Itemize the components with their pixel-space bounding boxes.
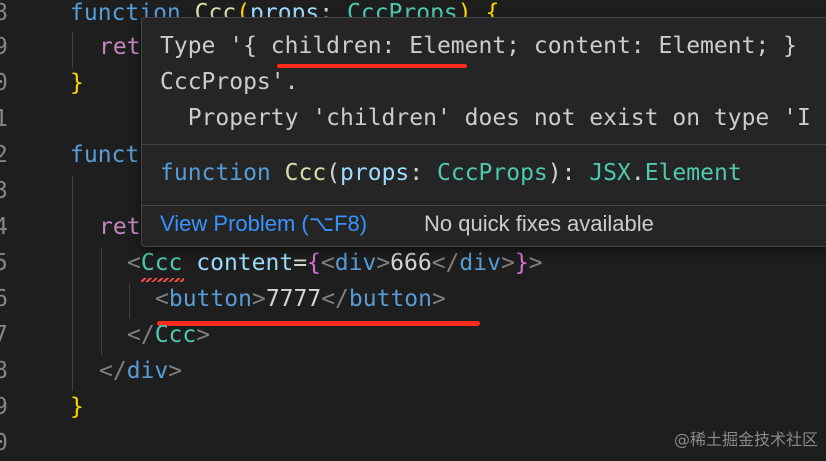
line-number: 8 bbox=[0, 358, 8, 384]
view-problem-link[interactable]: View Problem (⌥F8) bbox=[160, 211, 367, 237]
line-number: 4 bbox=[0, 214, 8, 240]
divider bbox=[142, 144, 826, 145]
error-message-line: CccProps'. bbox=[160, 69, 299, 95]
code-line-return: ret bbox=[99, 34, 141, 60]
indent-guide bbox=[129, 284, 130, 319]
line-number: 1 bbox=[0, 106, 8, 132]
signature-line: function Ccc(props: CccProps): JSX.Eleme… bbox=[160, 160, 742, 186]
indent-guide bbox=[72, 32, 73, 68]
red-underline-annotation bbox=[277, 64, 467, 68]
error-message-line: Property 'children' does not exist on ty… bbox=[160, 105, 811, 131]
line-number: 6 bbox=[0, 286, 8, 312]
line-number: 2 bbox=[0, 142, 8, 168]
line-number: 9 bbox=[0, 34, 8, 60]
code-line-function: funct bbox=[70, 142, 140, 168]
indent-guide bbox=[101, 248, 102, 355]
code-line-div-close: </div> bbox=[99, 358, 183, 384]
no-quick-fixes-label: No quick fixes available bbox=[424, 211, 654, 236]
code-editor[interactable]: 8 9 0 1 2 3 4 5 6 7 8 9 0 function Ccc(p… bbox=[0, 0, 826, 458]
error-message-line: Type '{ children: Element; content: Elem… bbox=[160, 33, 797, 59]
code-line-ccc-close: </Ccc> bbox=[127, 322, 211, 348]
line-number: 3 bbox=[0, 178, 8, 204]
line-number: 0 bbox=[0, 430, 8, 456]
code-line-return-2: ret bbox=[99, 214, 141, 240]
code-line-ccc-open: <Ccc content={<div>666</div>}> bbox=[127, 250, 543, 276]
code-line-button: <button>7777</button> bbox=[155, 286, 446, 312]
line-number: 8 bbox=[0, 0, 8, 26]
line-number: 5 bbox=[0, 250, 8, 276]
line-number: 0 bbox=[0, 70, 8, 96]
watermark: @稀土掘金技术社区 bbox=[673, 430, 818, 449]
indent-guide bbox=[72, 176, 73, 391]
code-line-close-brace-2: } bbox=[70, 394, 84, 420]
line-number: 7 bbox=[0, 322, 8, 348]
line-number: 9 bbox=[0, 394, 8, 420]
hover-status-bar: View Problem (⌥F8) No quick fixes availa… bbox=[142, 206, 826, 246]
code-line-close-brace: } bbox=[70, 70, 84, 96]
error-hover-tooltip[interactable]: Type '{ children: Element; content: Elem… bbox=[141, 17, 826, 247]
